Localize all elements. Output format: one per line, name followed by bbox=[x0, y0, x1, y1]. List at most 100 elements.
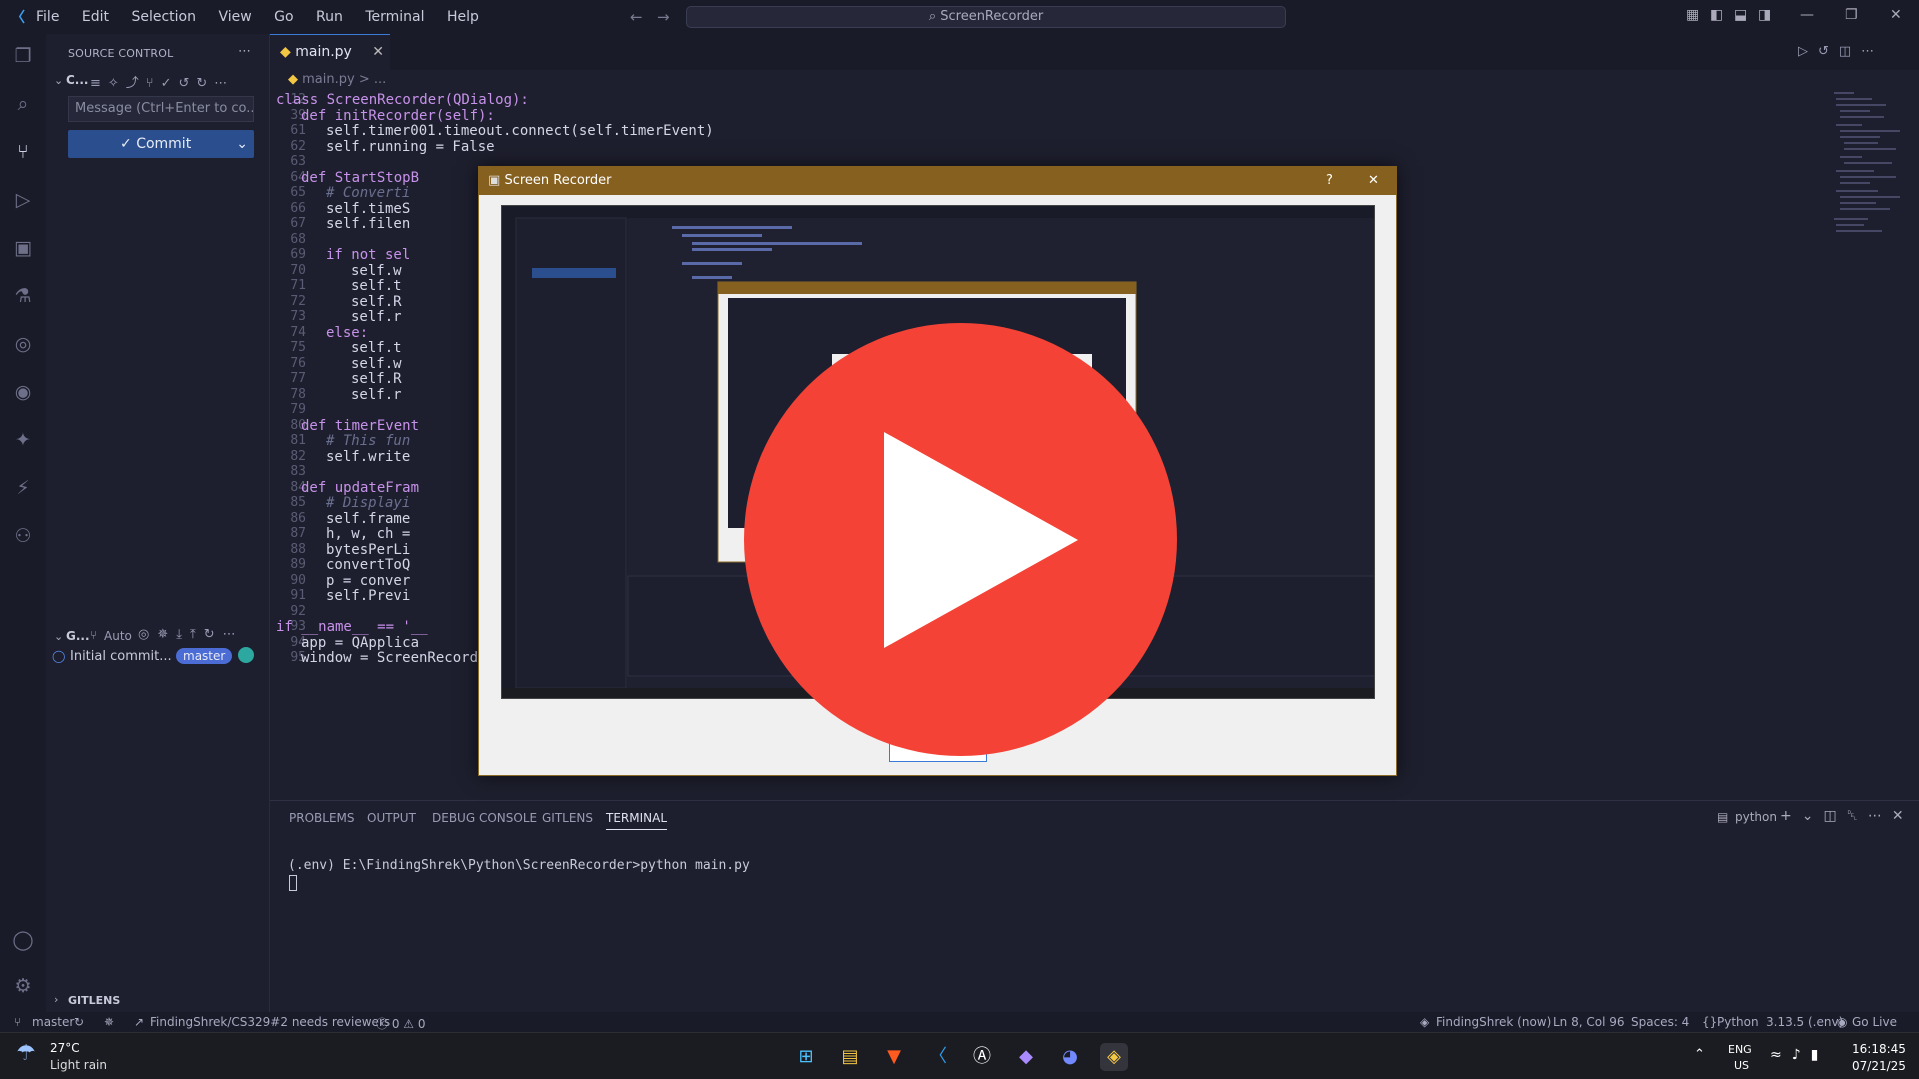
status-blame[interactable]: FindingShrek (now) bbox=[1436, 1015, 1551, 1029]
customize-layout-icon[interactable]: ▦ bbox=[1686, 7, 1699, 23]
dialog-title: Screen Recorder bbox=[504, 173, 612, 188]
brave-browser-icon[interactable]: ▼ bbox=[880, 1043, 908, 1071]
toggle-sidebar-icon[interactable]: ◧ bbox=[1710, 7, 1723, 23]
back-arrow-icon[interactable]: ← bbox=[630, 8, 643, 26]
panel-tab-output[interactable]: OUTPUT bbox=[367, 811, 416, 825]
panel-tab-debug-console[interactable]: DEBUG CONSOLE bbox=[432, 811, 537, 825]
sidebar-title: SOURCE CONTROL bbox=[68, 47, 174, 60]
toggle-secondary-sidebar-icon[interactable]: ◨ bbox=[1758, 7, 1771, 23]
repo-section-label[interactable]: C... bbox=[66, 73, 88, 87]
restore-window-icon[interactable]: ❐ bbox=[1845, 7, 1858, 23]
dialog-help-button[interactable]: ? bbox=[1326, 166, 1333, 195]
code-line: # This fun bbox=[326, 433, 411, 449]
copilot-icon[interactable]: ⚇ bbox=[11, 524, 35, 548]
line-number: 91 bbox=[290, 588, 306, 603]
run-debug-icon[interactable]: ▷ bbox=[11, 188, 35, 212]
graph-commit-message[interactable]: Initial commit... bbox=[70, 649, 172, 664]
graph-section-label[interactable]: G... bbox=[66, 629, 90, 643]
gitlens-icon[interactable]: ◎ bbox=[11, 332, 35, 356]
obsidian-icon[interactable]: ◆ bbox=[1012, 1043, 1040, 1071]
remote-explorer-icon[interactable]: ◉ bbox=[11, 380, 35, 404]
testing-icon[interactable]: ⚗ bbox=[11, 284, 35, 308]
status-spaces[interactable]: Spaces: 4 bbox=[1631, 1015, 1689, 1029]
terminal-cursor bbox=[289, 875, 297, 891]
status-pr[interactable]: FindingShrek/CS329#2 needs reviewers bbox=[150, 1015, 390, 1029]
file-explorer-icon[interactable]: ▤ bbox=[836, 1043, 864, 1071]
terminal-actions-icons[interactable]: +⌄◫␡⋯✕ bbox=[1780, 808, 1914, 824]
explorer-icon[interactable]: ❐ bbox=[11, 44, 35, 68]
source-control-icon[interactable]: ⑂ bbox=[11, 140, 35, 164]
panel-tab-terminal[interactable]: TERMINAL bbox=[606, 811, 668, 830]
line-number: 90 bbox=[290, 572, 306, 588]
forward-arrow-icon[interactable]: → bbox=[657, 8, 670, 26]
vscode-taskbar-icon[interactable]: 〈 bbox=[924, 1043, 952, 1071]
status-position[interactable]: Ln 8, Col 96 bbox=[1553, 1015, 1625, 1029]
thunder-client-icon[interactable]: ⚡ bbox=[11, 476, 35, 500]
toggle-panel-icon[interactable]: ⬓ bbox=[1734, 7, 1747, 23]
search-icon[interactable]: ⌕ bbox=[11, 92, 35, 116]
commit-button[interactable]: ✓ Commit ⌄ bbox=[68, 130, 254, 158]
windows-start-icon[interactable]: ⊞ bbox=[792, 1043, 820, 1071]
menu-edit[interactable]: Edit bbox=[82, 9, 109, 25]
status-go-live[interactable]: Go Live bbox=[1852, 1015, 1897, 1029]
clock-date[interactable]: 07/21/25 bbox=[1852, 1059, 1906, 1073]
commit-message-input[interactable]: Message (Ctrl+Enter to co... bbox=[68, 96, 254, 122]
terminal-output[interactable]: (.env) E:\FindingShrek\Python\ScreenReco… bbox=[288, 858, 750, 873]
python-app-icon[interactable]: ◈ bbox=[1100, 1043, 1128, 1071]
graph-toolbar-icons[interactable]: ◎✵⤓⤒↻⋯ bbox=[138, 627, 244, 642]
accounts-icon[interactable]: ◯ bbox=[11, 928, 35, 952]
gitlens-chevron-right-icon[interactable]: › bbox=[54, 993, 58, 1006]
git-graph-icon[interactable]: ✵ bbox=[104, 1015, 114, 1029]
menu-go[interactable]: Go bbox=[274, 9, 293, 25]
gitlens-section-label[interactable]: GITLENS bbox=[68, 994, 120, 1007]
menu-help[interactable]: Help bbox=[447, 9, 479, 25]
clock-time[interactable]: 16:18:45 bbox=[1852, 1042, 1906, 1056]
app-store-icon[interactable]: Ⓐ bbox=[968, 1043, 996, 1071]
graph-chevron-down-icon[interactable]: ⌄ bbox=[54, 630, 63, 643]
command-center-search[interactable]: ⌕ ScreenRecorder bbox=[686, 6, 1286, 28]
close-window-icon[interactable]: ✕ bbox=[1890, 7, 1902, 23]
tab-main-py[interactable]: ◆ main.py ✕ bbox=[270, 34, 390, 70]
panel-tab-problems[interactable]: PROBLEMS bbox=[289, 811, 355, 825]
graph-branch-icon[interactable]: ⑂ bbox=[90, 628, 97, 642]
commit-node-icon: ◯ bbox=[52, 649, 66, 663]
minimap[interactable] bbox=[1832, 90, 1912, 290]
commit-dropdown-chevron-icon[interactable]: ⌄ bbox=[236, 130, 248, 158]
status-bar: ⑂ master ↻ ✵ ↗ FindingShrek/CS329#2 need… bbox=[0, 1012, 1919, 1032]
chevron-down-icon[interactable]: ⌄ bbox=[54, 74, 63, 87]
sync-icon[interactable]: ↻ bbox=[74, 1015, 84, 1029]
branch-badge[interactable]: master bbox=[176, 648, 233, 664]
weather-desc[interactable]: Light rain bbox=[50, 1058, 107, 1072]
menu-file[interactable]: File bbox=[36, 9, 59, 25]
discord-icon[interactable]: ◕ bbox=[1056, 1043, 1084, 1071]
dialog-title-bar[interactable]: ▣ Screen Recorder ? ✕ bbox=[478, 166, 1397, 195]
menu-selection[interactable]: Selection bbox=[131, 9, 196, 25]
manage-gear-icon[interactable]: ⚙ bbox=[11, 974, 35, 998]
language-top[interactable]: ENG bbox=[1728, 1043, 1752, 1056]
breadcrumb[interactable]: ◆ main.py > ... bbox=[288, 72, 386, 87]
status-branch[interactable]: master bbox=[32, 1015, 74, 1029]
status-problems[interactable]: ⓧ 0 ⚠ 0 bbox=[376, 1015, 425, 1032]
extensions-icon[interactable]: ▣ bbox=[11, 236, 35, 260]
menu-run[interactable]: Run bbox=[316, 9, 343, 25]
more-actions-icon[interactable]: ⋯ bbox=[238, 44, 251, 59]
editor-actions-icons[interactable]: ▷↺◫⋯ bbox=[1798, 44, 1884, 59]
code-line: self.t bbox=[351, 278, 402, 294]
menu-terminal[interactable]: Terminal bbox=[365, 9, 424, 25]
close-tab-icon[interactable]: ✕ bbox=[372, 44, 384, 60]
status-interpreter[interactable]: 3.13.5 (.env) bbox=[1766, 1015, 1843, 1029]
scm-toolbar-icons[interactable]: ≡✧⤴⑂✓↺↻⋯ bbox=[90, 72, 234, 91]
language-bottom[interactable]: US bbox=[1734, 1059, 1749, 1072]
terminal-name[interactable]: python bbox=[1735, 810, 1777, 824]
activity-bar: ❐ ⌕ ⑂ ▷ ▣ ⚗ ◎ ◉ ✦ ⚡ ⚇ ◯ ⚙ bbox=[0, 34, 46, 1012]
weather-temp[interactable]: 27°C bbox=[50, 1041, 80, 1055]
status-language[interactable]: Python bbox=[1717, 1015, 1759, 1029]
minimize-window-icon[interactable]: — bbox=[1800, 7, 1814, 23]
system-tray-icons[interactable]: ≈♪▮ bbox=[1770, 1047, 1828, 1063]
graph-auto-label[interactable]: Auto bbox=[104, 629, 132, 643]
show-hidden-icons-chevron-icon[interactable]: ⌃ bbox=[1694, 1047, 1705, 1062]
menu-view[interactable]: View bbox=[218, 9, 251, 25]
python-icon[interactable]: ✦ bbox=[11, 428, 35, 452]
panel-tab-gitlens[interactable]: GITLENS bbox=[542, 811, 593, 825]
dialog-close-button[interactable]: ✕ bbox=[1368, 166, 1379, 195]
